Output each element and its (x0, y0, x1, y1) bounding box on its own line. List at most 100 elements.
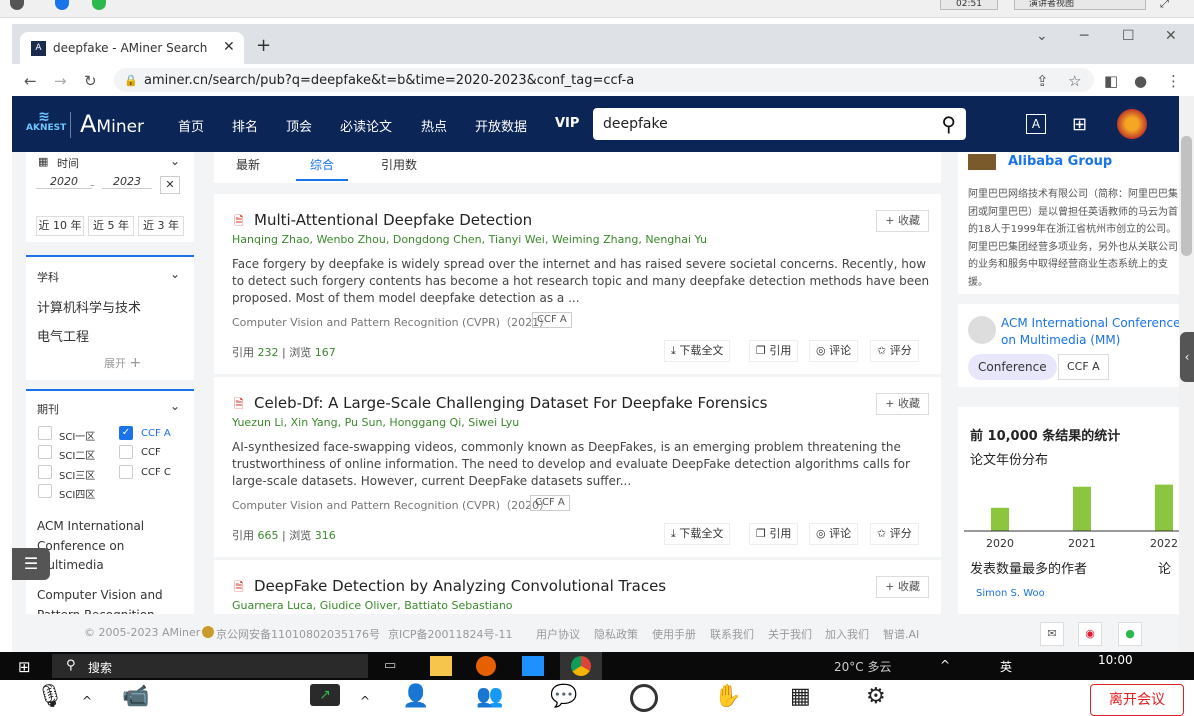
pdf-icon[interactable]: 🗎 (234, 578, 244, 599)
search-input[interactable]: deepfake (603, 116, 668, 132)
download-button[interactable]: ⤓ 下载全文 (664, 523, 731, 545)
subject-item[interactable]: 电气工程 (37, 326, 89, 345)
participants-icon[interactable]: 👥 (476, 684, 503, 709)
tray-chevron-icon[interactable]: ^ (940, 658, 950, 672)
microphone-muted-icon[interactable]: 🎙 (36, 684, 64, 709)
store-icon[interactable] (522, 656, 544, 676)
chevron-down-icon[interactable]: ⌄ (170, 154, 180, 168)
author-link[interactable]: Dongdong Chen (393, 233, 482, 246)
audio-options-chevron-icon[interactable]: ^ (82, 694, 92, 708)
minimize-button[interactable]: ─ (1080, 28, 1088, 44)
cite-button[interactable]: ❐ 引用 (749, 523, 799, 545)
search-box[interactable]: deepfake ⚲ (593, 108, 966, 140)
author-link[interactable]: Honggang Qi (389, 416, 461, 429)
apps-grid-icon[interactable]: ⊞ (1072, 114, 1087, 135)
record-icon[interactable] (630, 684, 658, 712)
menu-must-read[interactable]: 必读论文 (340, 116, 392, 135)
bar-2020[interactable] (991, 507, 1009, 531)
author-link[interactable]: Nenghai Yu (645, 233, 707, 246)
share-icon[interactable]: ⇪ (1036, 72, 1049, 90)
footer-link[interactable]: 加入我们 (825, 626, 869, 642)
menu-open-data[interactable]: 开放数据 (475, 116, 527, 135)
reload-icon[interactable]: ↻ (84, 72, 97, 90)
author-link[interactable]: Siwei Lyu (468, 416, 519, 429)
cite-count[interactable]: 232 (258, 346, 279, 359)
author-link[interactable]: Tianyi Wei (489, 233, 545, 246)
aknest-logo[interactable]: ≋ AKNEST (26, 110, 66, 134)
new-tab-button[interactable]: + (256, 35, 271, 56)
chevron-down-icon[interactable]: ⌄ (170, 399, 180, 413)
year-to-select[interactable]: 2023 (102, 175, 152, 189)
download-button[interactable]: ⤓ 下载全文 (664, 340, 731, 362)
clear-year-button[interactable]: ✕ (160, 176, 180, 194)
translate-icon[interactable]: A (1026, 114, 1046, 134)
footer-link[interactable]: 智谱.AI (883, 626, 919, 642)
sci-1-checkbox[interactable] (38, 426, 52, 440)
chevron-down-icon[interactable]: ⌄ (170, 267, 180, 281)
footer-link[interactable]: 使用手册 (652, 626, 696, 642)
mail-icon[interactable]: ✉ (1040, 622, 1064, 646)
cite-count[interactable]: 665 (258, 529, 279, 542)
icp-link[interactable]: 京ICP备20011824号-11 (388, 626, 513, 642)
author-link[interactable]: Giudice Oliver (320, 599, 397, 612)
aminer-logo[interactable]: AMiner (80, 110, 144, 138)
forward-icon[interactable]: → (54, 72, 67, 90)
chat-icon[interactable]: 💬 (550, 684, 577, 709)
favorite-button[interactable]: + 收藏 (876, 210, 929, 232)
subject-item[interactable]: 计算机科学与技术 (37, 297, 141, 316)
pdf-icon[interactable]: 🗎 (234, 212, 244, 233)
venue-item[interactable]: Computer Vision and Pattern Recognition (37, 586, 177, 614)
tab-latest[interactable]: 最新 (236, 156, 260, 173)
conference-name[interactable]: ACM International Conference on Multimed… (1001, 315, 1179, 349)
author-link[interactable]: Battiato Sebastiano (404, 599, 512, 612)
signal-icon[interactable] (92, 0, 106, 10)
comment-button[interactable]: ◎ 评论 (809, 340, 859, 362)
author-link[interactable]: Wenbo Zhou (316, 233, 385, 246)
meeting-menu-float-button[interactable]: ☰ (12, 548, 50, 580)
footer-link[interactable]: 隐私政策 (594, 626, 638, 642)
bar-2022[interactable] (1155, 484, 1173, 531)
venue-item[interactable]: ACM International Conference on Multimed… (37, 517, 152, 576)
tab-comprehensive[interactable]: 综合 (296, 156, 348, 181)
menu-conferences[interactable]: 顶会 (286, 116, 312, 135)
info-icon[interactable] (10, 0, 24, 10)
top-author-link[interactable]: Simon S. Woo (976, 588, 1045, 599)
browser-tab[interactable]: A deepfake - AMiner Search ✕ (20, 32, 244, 64)
sci-2-checkbox[interactable] (38, 445, 52, 459)
tab-citations[interactable]: 引用数 (381, 156, 417, 173)
url-text[interactable]: aminer.cn/search/pub?q=deepfake&t=b&time… (144, 73, 634, 88)
search-icon[interactable]: ⚲ (941, 112, 956, 136)
fullscreen-icon[interactable]: ⤢ (1160, 0, 1169, 9)
range-5-years[interactable]: 近 5 年 (88, 216, 134, 236)
weibo-icon[interactable]: ◉ (1078, 622, 1102, 646)
view-switch-button[interactable]: 演讲者视图 (1014, 0, 1146, 10)
menu-home[interactable]: 首页 (178, 116, 204, 135)
paper-venue[interactable]: Computer Vision and Pattern Recognition … (232, 314, 550, 330)
back-icon[interactable]: ← (24, 72, 37, 90)
rate-button[interactable]: ✩ 评分 (870, 340, 919, 362)
wechat-icon[interactable]: ● (1118, 622, 1142, 646)
sidepanel-icon[interactable]: ◧ (1104, 72, 1118, 90)
author-link[interactable]: Xin Yang (291, 416, 338, 429)
cite-button[interactable]: ❐ 引用 (749, 340, 799, 362)
raise-hand-icon[interactable]: ✋ (714, 684, 741, 709)
paper-title[interactable]: Celeb-Df: A Large-Scale Challenging Data… (254, 394, 767, 412)
author-link[interactable]: Hanqing Zhao (232, 233, 309, 246)
firefox-icon[interactable] (476, 656, 496, 676)
browser-menu-icon[interactable]: ⋮ (1166, 72, 1181, 90)
settings-gear-icon[interactable]: ⚙ (866, 684, 886, 709)
scrollbar-thumb[interactable] (1181, 136, 1192, 256)
sci-3-checkbox[interactable] (38, 465, 52, 479)
share-screen-icon[interactable]: ↗ (310, 684, 340, 706)
paper-title[interactable]: DeepFake Detection by Analyzing Convolut… (254, 577, 666, 595)
menu-hot[interactable]: 热点 (421, 116, 447, 135)
range-3-years[interactable]: 近 3 年 (138, 216, 184, 236)
lock-icon[interactable]: 🔒 (124, 74, 138, 87)
windows-start-icon[interactable]: ⊞ (18, 658, 31, 676)
paper-venue[interactable]: Computer Vision and Pattern Recognition … (232, 497, 550, 513)
share-options-chevron-icon[interactable]: ^ (360, 694, 370, 708)
pdf-icon[interactable]: 🗎 (234, 395, 244, 416)
clock[interactable]: 10:00 (1098, 653, 1133, 667)
profile-icon[interactable]: ● (1134, 72, 1147, 90)
apps-icon[interactable]: ▦ (790, 684, 811, 709)
